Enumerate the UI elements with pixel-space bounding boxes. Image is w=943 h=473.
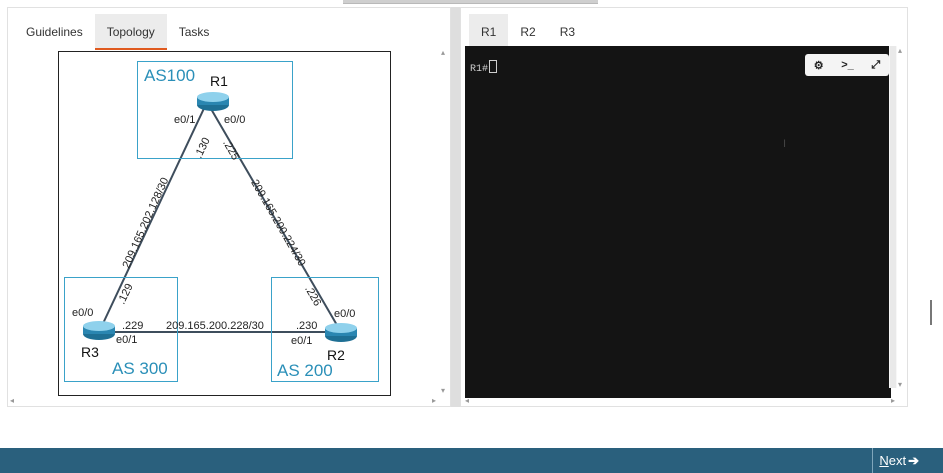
router-icon: [83, 321, 115, 340]
tab-topology[interactable]: Topology: [94, 14, 167, 50]
topology-diagram: AS100 AS 300 AS 200 R1 R3 R2 e0/1 e0/0 .…: [58, 51, 391, 396]
as200-label: AS 200: [277, 361, 333, 380]
scroll-up-arrow[interactable]: ▴: [441, 48, 445, 57]
tab-tasks[interactable]: Tasks: [167, 14, 222, 50]
router-icon: [197, 92, 229, 111]
terminal-cursor: [489, 60, 498, 73]
dialog-edge: [343, 0, 598, 4]
scroll-down-arrow[interactable]: ▾: [441, 386, 445, 395]
router-r2-label: R2: [327, 347, 345, 363]
terminal-scrollbar[interactable]: [889, 46, 897, 388]
r2-e01-label: e0/1: [291, 335, 313, 347]
router-r1-label: R1: [210, 73, 228, 89]
fullscreen-icon[interactable]: ⤢: [871, 59, 880, 72]
scroll-left-arrow[interactable]: ◂: [465, 396, 469, 405]
tab-r2[interactable]: R2: [508, 14, 547, 50]
next-label: ext: [888, 453, 907, 468]
scroll-up-arrow[interactable]: ▴: [898, 46, 902, 55]
router-icon: [325, 323, 357, 342]
footer-bar: Next ➔: [0, 448, 943, 473]
tab-guidelines[interactable]: Guidelines: [14, 14, 95, 50]
terminal-scroll-thumb[interactable]: [890, 46, 896, 388]
panel-splitter[interactable]: [451, 7, 460, 407]
terminal-prompt: R1#: [470, 60, 498, 75]
next-label-accesskey: N: [879, 453, 889, 468]
r1-e01-label: e0/1: [174, 114, 196, 126]
link-label-r3-r2: 209.165.200.228/30: [166, 320, 264, 332]
left-panel: Guidelines Topology Tasks AS100 AS 300 A…: [7, 7, 451, 407]
r3-e00-label: e0/0: [72, 307, 94, 319]
r2-e00-label: e0/0: [334, 308, 356, 320]
next-button[interactable]: Next ➔: [872, 448, 919, 473]
right-panel: R1 R2 R3 R1# ⚙ >_ ⤢ I ▴ ▾ ◂ ▸: [460, 7, 908, 407]
r2-ip-230: .230: [296, 320, 318, 332]
text-cursor-icon: I: [783, 138, 787, 150]
terminal-icon[interactable]: >_: [841, 59, 854, 71]
terminal-toolbar: ⚙ >_ ⤢: [805, 54, 889, 76]
r3-e01-label: e0/1: [116, 334, 138, 346]
scroll-right-arrow[interactable]: ▸: [891, 396, 895, 405]
r1-e00-label: e0/0: [224, 114, 246, 126]
tab-r1[interactable]: R1: [469, 14, 509, 50]
router-r3-label: R3: [81, 344, 99, 360]
as300-label: AS 300: [112, 359, 168, 378]
window-edge-marker: [930, 300, 932, 325]
tab-r3[interactable]: R3: [548, 14, 587, 50]
scroll-down-arrow[interactable]: ▾: [898, 380, 902, 389]
as100-label: AS100: [144, 66, 196, 85]
arrow-right-icon: ➔: [908, 453, 919, 468]
scroll-left-arrow[interactable]: ◂: [10, 396, 14, 405]
device-tab-bar: R1 R2 R3: [469, 14, 587, 50]
scroll-right-arrow[interactable]: ▸: [432, 396, 436, 405]
r3-ip-229: .229: [122, 320, 144, 332]
settings-icon[interactable]: ⚙: [814, 59, 824, 72]
left-tab-bar: Guidelines Topology Tasks: [14, 14, 221, 50]
terminal-console[interactable]: R1# ⚙ >_ ⤢ I: [465, 46, 891, 398]
